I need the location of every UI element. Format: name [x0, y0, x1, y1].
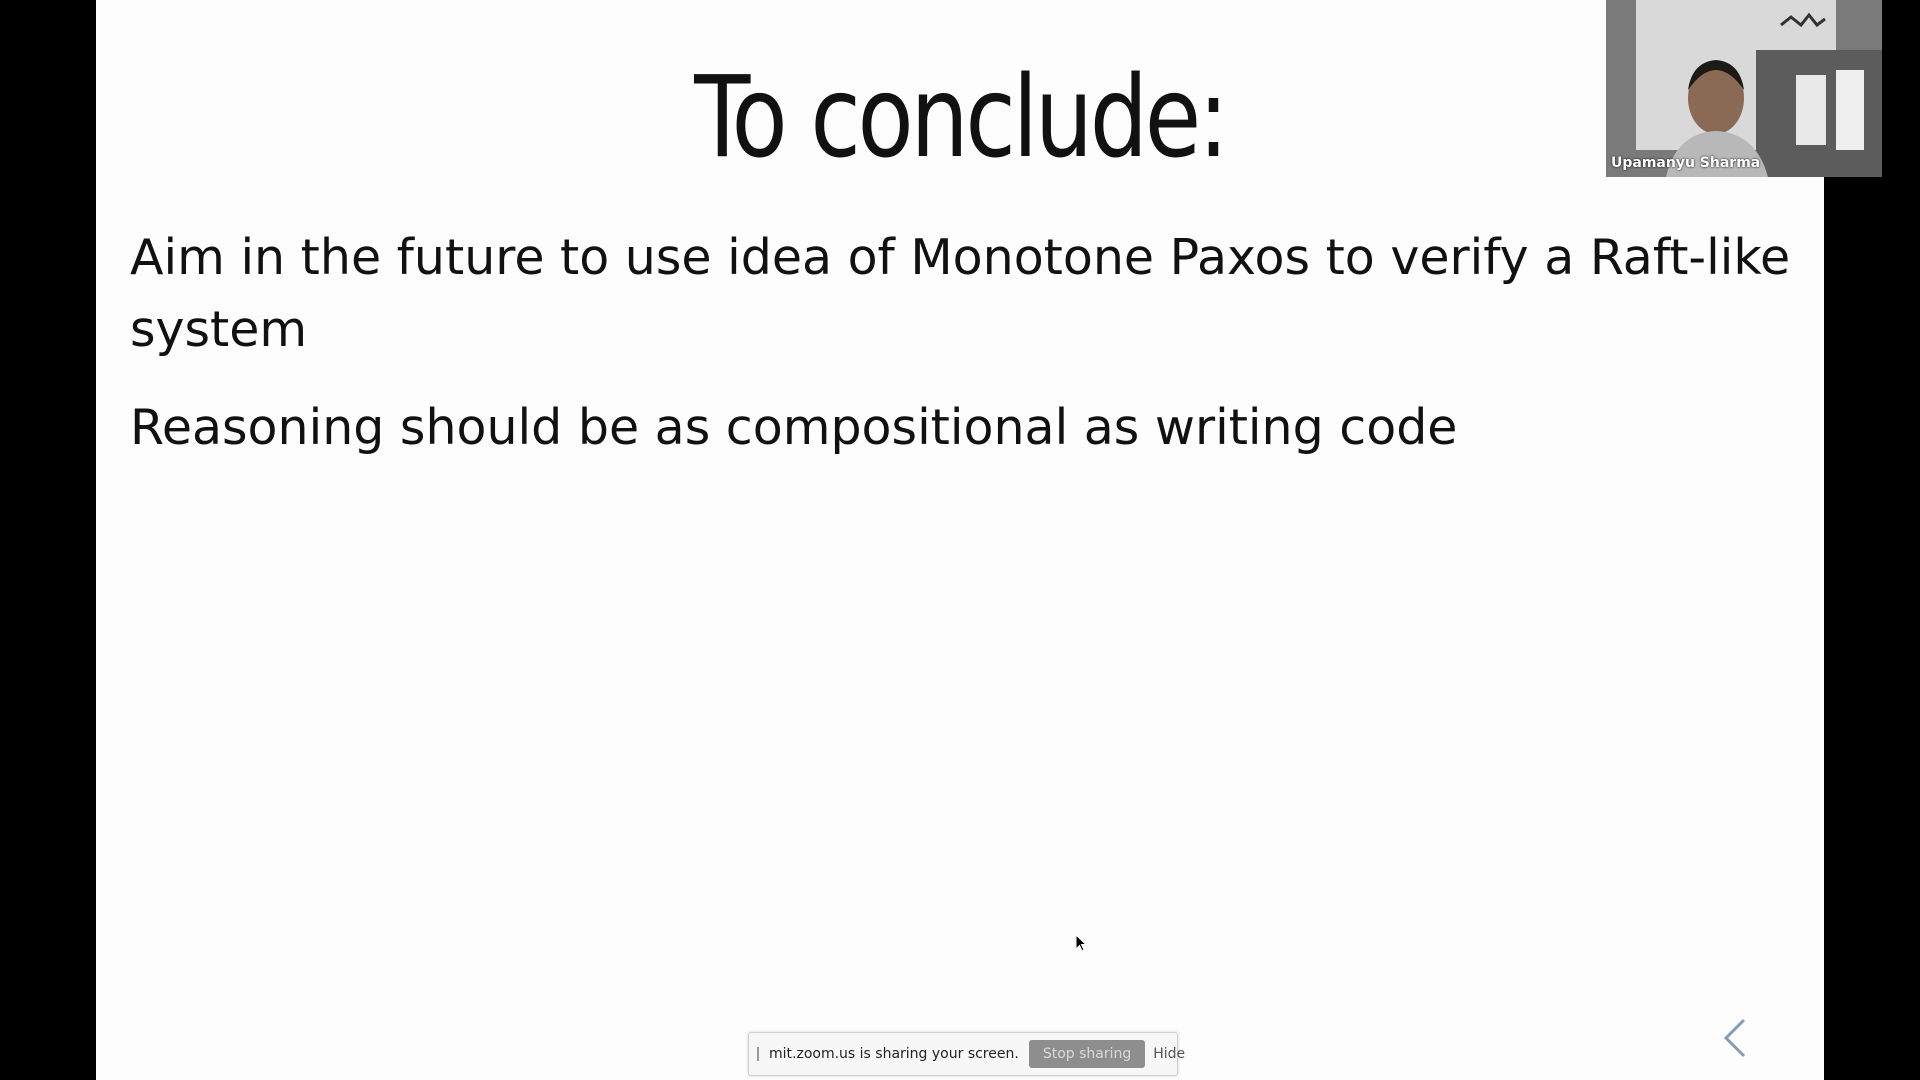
slide-bullet: Aim in the future to use idea of Monoton…	[130, 229, 1791, 358]
screen-share-bar: mit.zoom.us is sharing your screen. Stop…	[748, 1032, 1185, 1076]
stop-sharing-button[interactable]: Stop sharing	[1028, 1040, 1146, 1068]
slide-bullet: Reasoning should be as compositional as …	[130, 399, 1458, 456]
screen: To conclude: Aim in the future to use id…	[0, 0, 1920, 1080]
slide-body: Aim in the future to use idea of Monoton…	[130, 222, 1810, 490]
share-status-text: mit.zoom.us is sharing your screen.	[769, 1046, 1019, 1062]
participant-name: Upamanyu Sharma	[1611, 155, 1761, 171]
participant-video-tile[interactable]: Upamanyu Sharma	[1606, 0, 1882, 177]
hide-button[interactable]: Hide	[1153, 1046, 1185, 1062]
presentation-slide: To conclude: Aim in the future to use id…	[96, 0, 1824, 1080]
mouse-cursor-icon	[1075, 934, 1088, 952]
slide-title: To conclude:	[694, 53, 1229, 183]
chevron-left-icon[interactable]	[1720, 1016, 1750, 1060]
participant-video-frame	[1606, 0, 1882, 177]
drag-handle-icon[interactable]	[757, 1047, 759, 1061]
